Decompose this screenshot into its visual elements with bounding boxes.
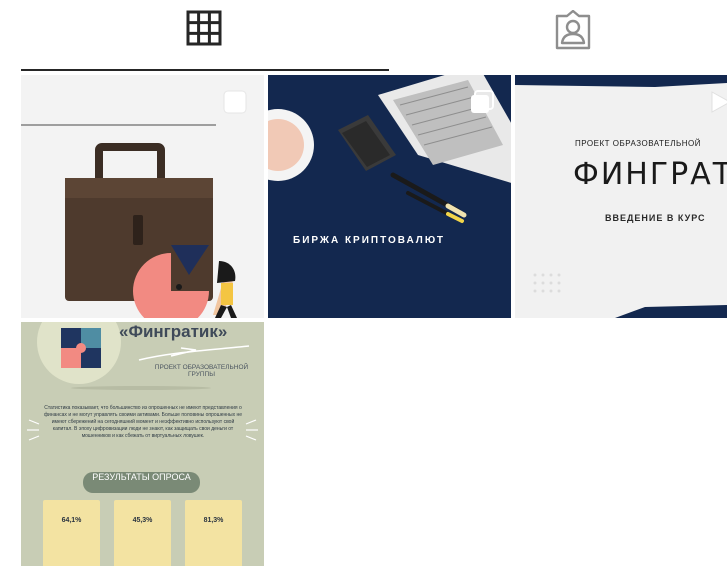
active-tab-indicator — [21, 69, 389, 71]
post-caption: БИРЖА КРИПТОВАЛЮТ — [293, 235, 445, 246]
stat-value: 45,3% — [132, 517, 153, 524]
post-title: ФИНГРАТИ — [573, 157, 727, 192]
stat-value: 64,1% — [61, 517, 82, 524]
post-tile-2[interactable]: БИРЖА КРИПТОВАЛЮТ — [268, 75, 511, 318]
grid-tab[interactable] — [186, 10, 222, 51]
video-icon — [711, 91, 727, 113]
results-badge: РЕЗУЛЬТАТЫ ОПРОСА — [83, 472, 200, 493]
stat-card: 45,3% — [114, 500, 171, 566]
stat-card: 81,3% — [185, 500, 242, 566]
infographic-subtitle: ПРОЕКТ ОБРАЗОВАТЕЛЬНОЙ ГРУППЫ — [154, 364, 249, 378]
multi-image-icon — [471, 90, 494, 113]
post-tagline: ВВЕДЕНИЕ В КУРС — [605, 213, 706, 223]
infographic-paragraph: Статистика показывает, что большинство и… — [43, 405, 243, 439]
stat-card: 64,1% — [43, 500, 100, 566]
profile-tabs — [0, 0, 727, 72]
multi-image-icon — [223, 90, 247, 114]
post-tile-1[interactable] — [21, 75, 264, 318]
tagged-tab[interactable] — [553, 9, 593, 55]
stat-value: 81,3% — [203, 517, 224, 524]
post-tile-4[interactable]: «Фингратик» ПРОЕКТ ОБРАЗОВАТЕЛЬНОЙ ГРУПП… — [21, 322, 264, 566]
grid-icon — [186, 10, 222, 46]
decorative-shapes — [515, 75, 727, 318]
infographic-title: «Фингратик» — [119, 322, 228, 341]
tagged-person-icon — [555, 9, 591, 50]
post-tile-3[interactable]: ПРОЕКТ ОБРАЗОВАТЕЛЬНОЙ ФИНГРАТИ ВВЕДЕНИЕ… — [515, 75, 727, 318]
post-subtitle: ПРОЕКТ ОБРАЗОВАТЕЛЬНОЙ — [575, 139, 701, 148]
post-grid: БИРЖА КРИПТОВАЛЮТ ПРОЕКТ ОБРАЗОВАТЕЛЬНОЙ… — [21, 75, 727, 566]
